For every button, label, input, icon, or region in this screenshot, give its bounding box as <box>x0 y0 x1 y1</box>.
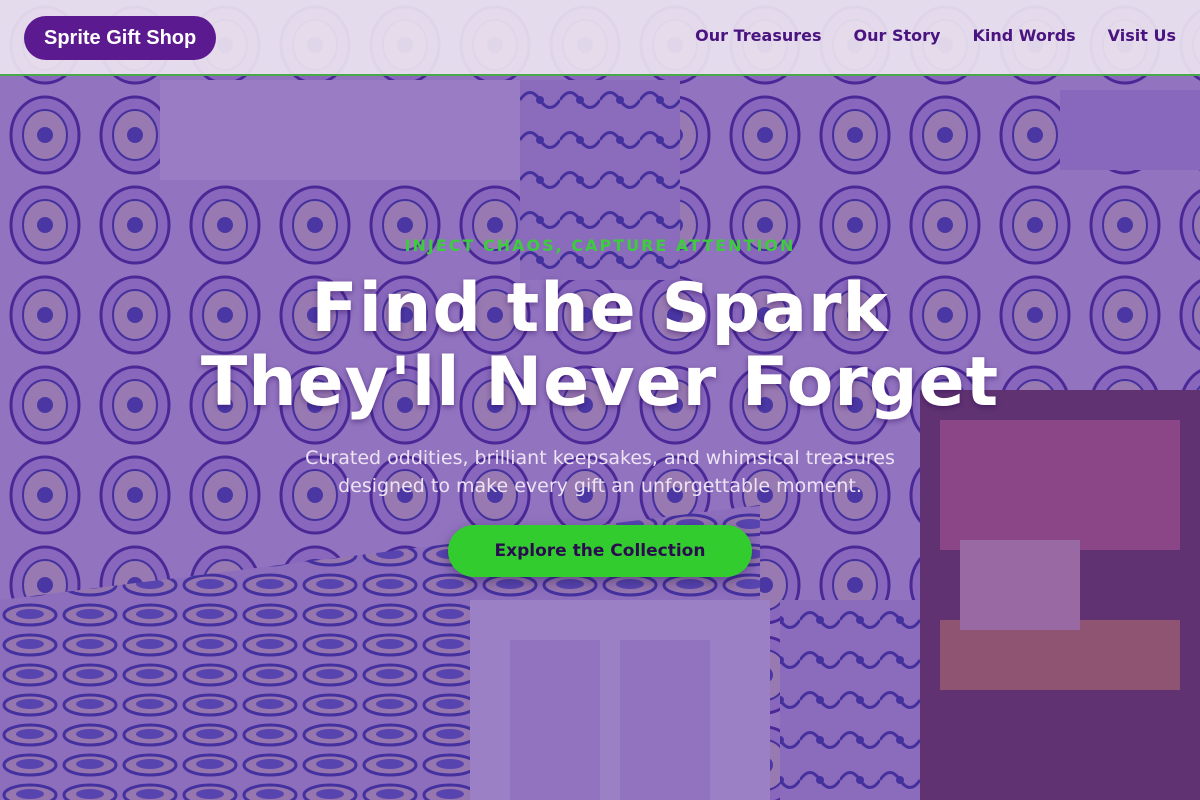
hero-subtext-line-2: designed to make every gift an unforgett… <box>338 475 862 497</box>
nav-link-our-treasures[interactable]: Our Treasures <box>695 26 821 45</box>
hero-section: INJECT CHAOS, CAPTURE ATTENTION Find the… <box>0 76 1200 800</box>
brand-logo-button[interactable]: Sprite Gift Shop <box>24 16 217 60</box>
main-nav: Our Treasures Our Story Kind Words Visit… <box>695 26 1176 45</box>
hero-eyebrow: INJECT CHAOS, CAPTURE ATTENTION <box>404 236 796 255</box>
nav-link-our-story[interactable]: Our Story <box>854 26 941 45</box>
nav-link-kind-words[interactable]: Kind Words <box>972 26 1075 45</box>
site-header: Sprite Gift Shop Our Treasures Our Story… <box>0 0 1200 76</box>
hero-subtext: Curated oddities, brilliant keepsakes, a… <box>0 444 1200 500</box>
hero-subtext-line-1: Curated oddities, brilliant keepsakes, a… <box>305 447 895 469</box>
hero-headline: Find the Spark They'll Never Forget <box>0 272 1200 420</box>
nav-link-visit-us[interactable]: Visit Us <box>1108 26 1176 45</box>
page: Sprite Gift Shop Our Treasures Our Story… <box>0 0 1200 800</box>
explore-collection-button[interactable]: Explore the Collection <box>448 525 752 577</box>
hero-headline-line-2: They'll Never Forget <box>200 343 1000 422</box>
hero-headline-line-1: Find the Spark <box>311 269 889 348</box>
